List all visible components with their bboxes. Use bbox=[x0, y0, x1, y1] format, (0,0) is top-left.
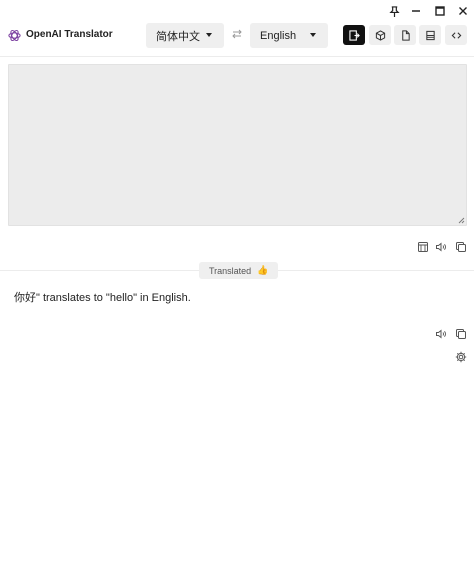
copy-result-button[interactable] bbox=[453, 326, 469, 342]
pin-icon[interactable] bbox=[384, 2, 404, 20]
status-badge: Translated 👍 bbox=[199, 262, 279, 279]
speak-result-button[interactable] bbox=[433, 326, 449, 342]
copy-icon bbox=[456, 329, 466, 339]
code-icon bbox=[451, 31, 461, 39]
openai-logo-icon bbox=[8, 29, 21, 42]
header-divider bbox=[0, 56, 474, 57]
analyze-mode-button[interactable] bbox=[419, 25, 441, 45]
translation-result: 你好" translates to "hello" in English. bbox=[14, 292, 191, 304]
polish-mode-button[interactable] bbox=[369, 25, 391, 45]
source-text-input[interactable] bbox=[9, 65, 466, 225]
chevron-down-icon bbox=[206, 33, 212, 37]
speaker-icon bbox=[436, 242, 446, 252]
copy-icon bbox=[456, 242, 466, 252]
resize-handle-icon[interactable] bbox=[457, 216, 465, 224]
source-language-label: 简体中文 bbox=[156, 30, 200, 43]
maximize-icon[interactable] bbox=[430, 2, 450, 20]
ocr-button[interactable] bbox=[415, 239, 431, 255]
swap-languages-icon[interactable] bbox=[231, 28, 243, 40]
list-box-icon bbox=[425, 30, 435, 40]
source-text-box[interactable] bbox=[8, 64, 467, 226]
code-mode-button[interactable] bbox=[445, 25, 467, 45]
target-language-select[interactable]: English bbox=[250, 23, 328, 48]
speak-source-button[interactable] bbox=[433, 239, 449, 255]
app-title: OpenAI Translator bbox=[26, 29, 113, 40]
copy-source-button[interactable] bbox=[453, 239, 469, 255]
status-label: Translated bbox=[209, 265, 252, 276]
source-language-select[interactable]: 简体中文 bbox=[146, 23, 224, 48]
screenshot-icon bbox=[418, 242, 428, 252]
cube-icon bbox=[375, 29, 385, 41]
thumbs-up-icon: 👍 bbox=[257, 265, 269, 275]
chevron-down-icon bbox=[310, 33, 316, 37]
document-icon bbox=[401, 29, 410, 41]
translate-mode-button[interactable] bbox=[343, 25, 365, 45]
translate-icon bbox=[348, 29, 360, 41]
settings-button[interactable] bbox=[453, 349, 469, 365]
target-language-label: English bbox=[260, 29, 297, 42]
title-bar bbox=[0, 0, 474, 22]
summarize-mode-button[interactable] bbox=[394, 25, 416, 45]
header: OpenAI Translator 简体中文 English bbox=[0, 22, 474, 56]
minimize-icon[interactable] bbox=[406, 2, 426, 20]
speaker-icon bbox=[436, 329, 446, 339]
gear-icon bbox=[455, 351, 467, 363]
close-icon[interactable] bbox=[453, 2, 473, 20]
